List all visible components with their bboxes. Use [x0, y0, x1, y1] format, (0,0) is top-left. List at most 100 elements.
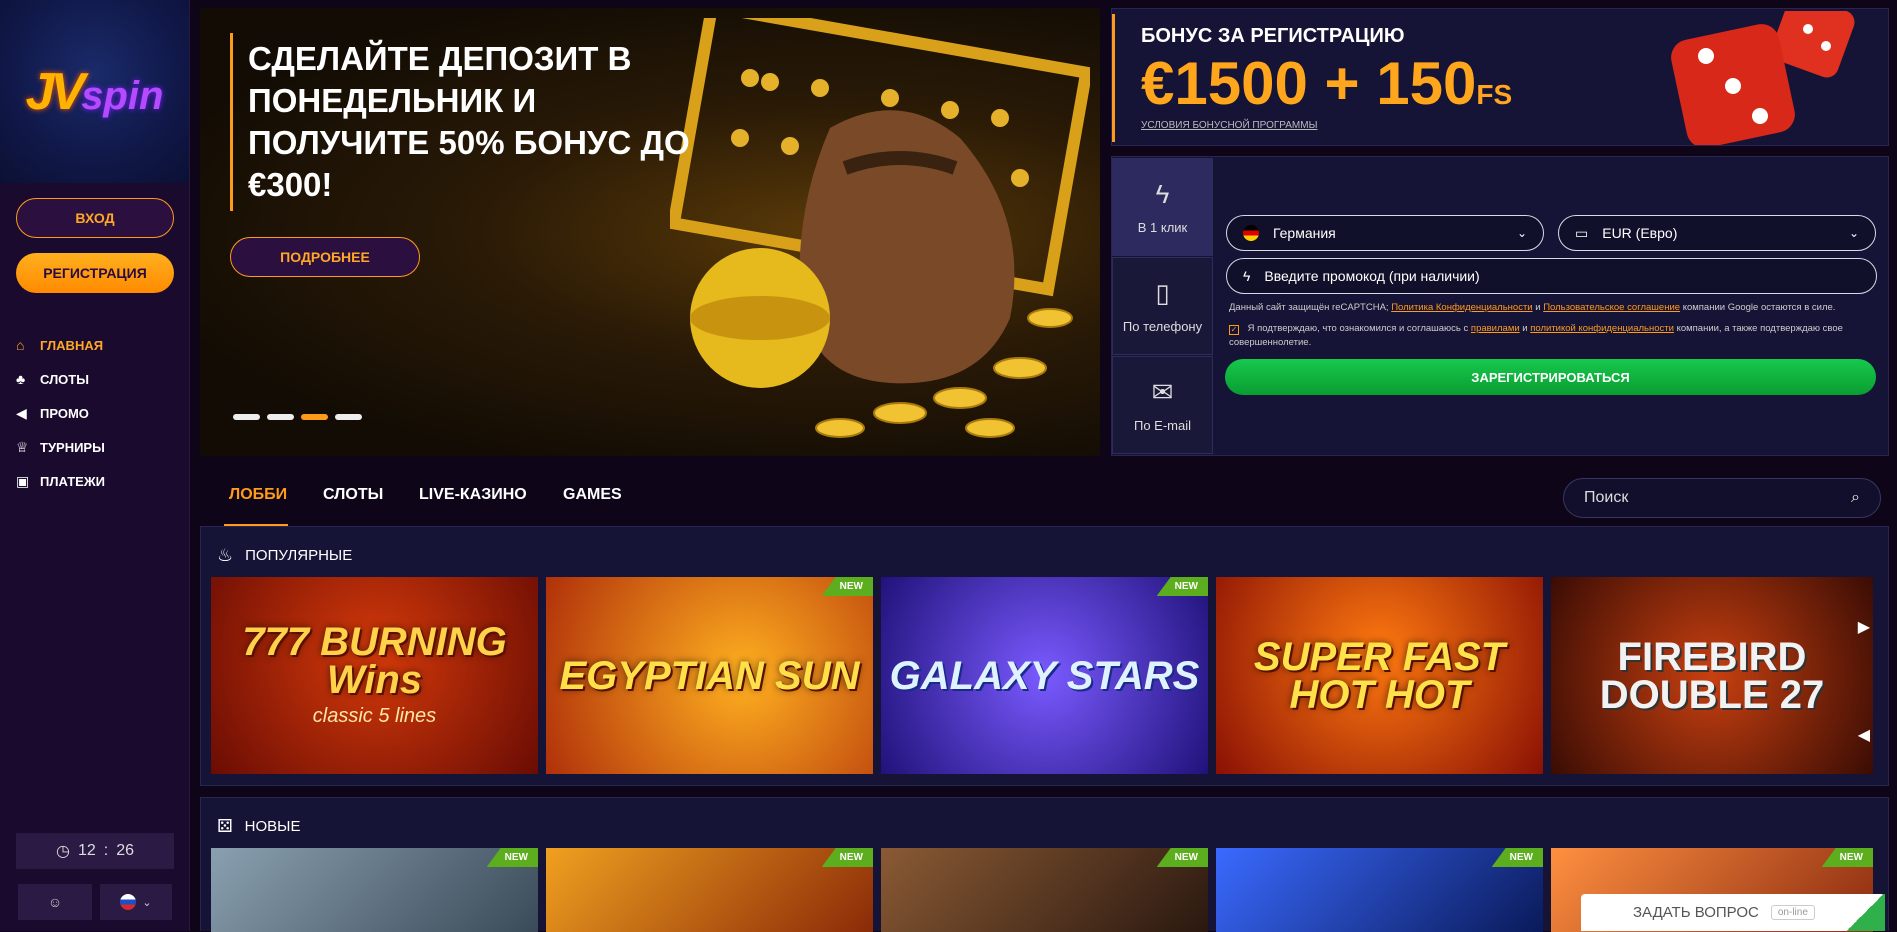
notice-text: Данный сайт защищён reCAPTCHA; — [1229, 302, 1389, 313]
nav-item-label: ГЛАВНАЯ — [40, 337, 104, 353]
money-bag-illustration — [670, 18, 1090, 438]
megaphone-icon: ◀ — [16, 404, 27, 421]
chat-label: ЗАДАТЬ ВОПРОС — [1633, 904, 1759, 921]
search-input[interactable]: Поиск ⌕ — [1563, 478, 1881, 518]
carousel-dots — [233, 414, 362, 420]
wallet-icon: ▣ — [16, 472, 30, 489]
game-card[interactable]: NEW — [546, 848, 873, 932]
fire-icon: ♨ — [217, 545, 234, 565]
lightning-icon: ϟ — [1243, 268, 1251, 284]
clock-separator: : — [103, 842, 109, 859]
tab-email[interactable]: ✉ По E-mail — [1112, 356, 1213, 454]
game-card[interactable]: NEW — [1216, 848, 1543, 932]
game-title: EGYPTIAN SUN — [559, 653, 860, 698]
accent-bar — [1112, 14, 1115, 142]
nav-item-tournaments[interactable]: ♕ ТУРНИРЫ — [16, 430, 105, 464]
language-selector[interactable]: ⌄ — [100, 884, 172, 920]
nav-item-label: ПРОМО — [40, 405, 89, 421]
section-header: ⚄ НОВЫЕ — [217, 816, 300, 837]
user-icon: ☺ — [47, 894, 63, 910]
ask-question-chat-button[interactable]: ЗАДАТЬ ВОПРОС on-line — [1581, 894, 1885, 931]
confirm-text: и — [1522, 323, 1528, 334]
section-header: ♨ ПОПУЛЯРНЫЕ — [217, 545, 352, 566]
home-icon: ⌂ — [16, 337, 25, 353]
nav-item-payments[interactable]: ▣ ПЛАТЕЖИ — [16, 464, 105, 498]
bonus-amount-suffix: FS — [1476, 79, 1513, 110]
section-title: НОВЫЕ — [244, 818, 301, 835]
register-button[interactable]: РЕГИСТРАЦИЯ — [16, 253, 174, 293]
game-card[interactable]: NEW — [211, 848, 538, 932]
carousel-dot-active[interactable] — [301, 414, 328, 420]
new-badge: NEW — [1821, 848, 1873, 867]
currency-select[interactable]: ▭ EUR (Евро) ⌄ — [1558, 215, 1876, 251]
country-value: Германия — [1273, 225, 1336, 241]
game-subtitle: classic 5 lines — [312, 705, 437, 727]
clock-icon: ◷ — [55, 843, 70, 860]
game-card[interactable]: EGYPTIAN SUN NEW — [546, 577, 873, 774]
search-placeholder: Поиск — [1584, 489, 1629, 506]
chevron-down-icon: ⌄ — [1848, 226, 1859, 240]
game-card[interactable]: FIREBIRD DOUBLE 27 — [1551, 577, 1873, 774]
game-title: SUPER FAST HOT HOT — [1253, 634, 1506, 717]
tab-phone[interactable]: ▯ По телефону — [1112, 257, 1213, 355]
tab-games[interactable]: GAMES — [563, 486, 622, 504]
privacy-link[interactable]: политикой конфиденциальности — [1530, 323, 1674, 334]
tab-slots[interactable]: СЛОТЫ — [323, 486, 383, 504]
clock-hours: 12 — [77, 842, 96, 859]
carousel-dot[interactable] — [267, 414, 294, 420]
nav-item-slots[interactable]: ♣ СЛОТЫ — [16, 362, 105, 396]
game-card[interactable]: NEW — [881, 848, 1208, 932]
tab-lobby[interactable]: ЛОББИ — [229, 486, 287, 504]
tab-label: По E-mail — [1133, 418, 1192, 433]
clock: ◷ 12 : 26 — [16, 833, 174, 869]
nav-item-label: СЛОТЫ — [40, 371, 89, 387]
rules-link[interactable]: правилами — [1471, 323, 1520, 334]
tab-live-casino[interactable]: LIVE-КАЗИНО — [419, 486, 527, 504]
privacy-policy-link[interactable]: Политика Конфиденциальности — [1391, 302, 1532, 313]
tab-one-click[interactable]: ϟ В 1 клик — [1112, 158, 1213, 256]
promo-placeholder: Введите промокод (при наличии) — [1264, 268, 1480, 284]
nav-item-promo[interactable]: ◀ ПРОМО — [16, 396, 105, 430]
currency-value: EUR (Евро) — [1602, 225, 1678, 241]
new-badge: NEW — [486, 848, 538, 867]
new-badge: NEW — [1156, 577, 1208, 596]
submit-registration-button[interactable]: ЗАРЕГИСТРИРОВАТЬСЯ — [1225, 359, 1876, 395]
confirm-checkbox[interactable]: ✓ — [1229, 325, 1239, 335]
bonus-terms-link[interactable]: УСЛОВИЯ БОНУСНОЙ ПРОГРАММЫ — [1141, 120, 1317, 131]
game-card[interactable]: GALAXY STARS NEW — [881, 577, 1208, 774]
support-agent-button[interactable]: ☺ — [18, 884, 92, 920]
registration-form: ϟ В 1 клик ▯ По телефону ✉ По E-mail Гер… — [1111, 156, 1889, 456]
russia-flag-icon — [120, 894, 137, 910]
carousel-next-arrow[interactable]: ▶ — [1858, 617, 1870, 637]
section-title: ПОПУЛЯРНЫЕ — [245, 547, 353, 564]
new-badge: NEW — [1491, 848, 1543, 867]
country-select[interactable]: Германия ⌄ — [1226, 215, 1544, 251]
new-badge: NEW — [821, 848, 873, 867]
logo[interactable]: JVspin — [0, 0, 189, 183]
game-card[interactable]: 777 BURNING Wins classic 5 lines — [211, 577, 538, 774]
promo-title: СДЕЛАЙТЕ ДЕПОЗИТ В ПОНЕДЕЛЬНИК И ПОЛУЧИТ… — [248, 40, 690, 203]
popular-games-section: ♨ ПОПУЛЯРНЫЕ 777 BURNING Wins classic 5 l… — [200, 526, 1889, 786]
login-button[interactable]: ВХОД — [16, 198, 174, 238]
carousel-prev-arrow[interactable]: ◀ — [1858, 725, 1870, 745]
money-icon: ▭ — [1575, 224, 1589, 241]
new-badge: NEW — [1156, 848, 1208, 867]
nav-item-home[interactable]: ⌂ ГЛАВНАЯ — [16, 328, 105, 362]
carousel-dot[interactable] — [335, 414, 362, 420]
age-confirmation: ✓ Я подтверждаю, что ознакомился и согла… — [1229, 322, 1879, 350]
online-status-badge: on-line — [1770, 905, 1815, 920]
search-icon[interactable]: ⌕ — [1851, 489, 1860, 507]
game-card[interactable]: SUPER FAST HOT HOT — [1216, 577, 1543, 774]
terms-link[interactable]: Пользовательское соглашение — [1543, 302, 1680, 313]
clock-minutes: 26 — [116, 842, 134, 859]
more-button[interactable]: ПОДРОБНЕЕ — [230, 237, 420, 277]
envelope-icon: ✉ — [1151, 377, 1174, 407]
carousel-dot[interactable] — [233, 414, 260, 420]
logo-mark: JV — [25, 62, 86, 121]
bonus-title: БОНУС ЗА РЕГИСТРАЦИЮ — [1141, 25, 1405, 47]
promo-banner[interactable]: СДЕЛАЙТЕ ДЕПОЗИТ В ПОНЕДЕЛЬНИК И ПОЛУЧИТ… — [200, 8, 1100, 456]
chevron-down-icon: ⌄ — [142, 896, 152, 909]
game-title: GALAXY STARS — [889, 653, 1200, 698]
promo-code-input[interactable]: ϟ Введите промокод (при наличии) — [1226, 258, 1877, 294]
chat-corner-decoration — [1845, 894, 1885, 931]
